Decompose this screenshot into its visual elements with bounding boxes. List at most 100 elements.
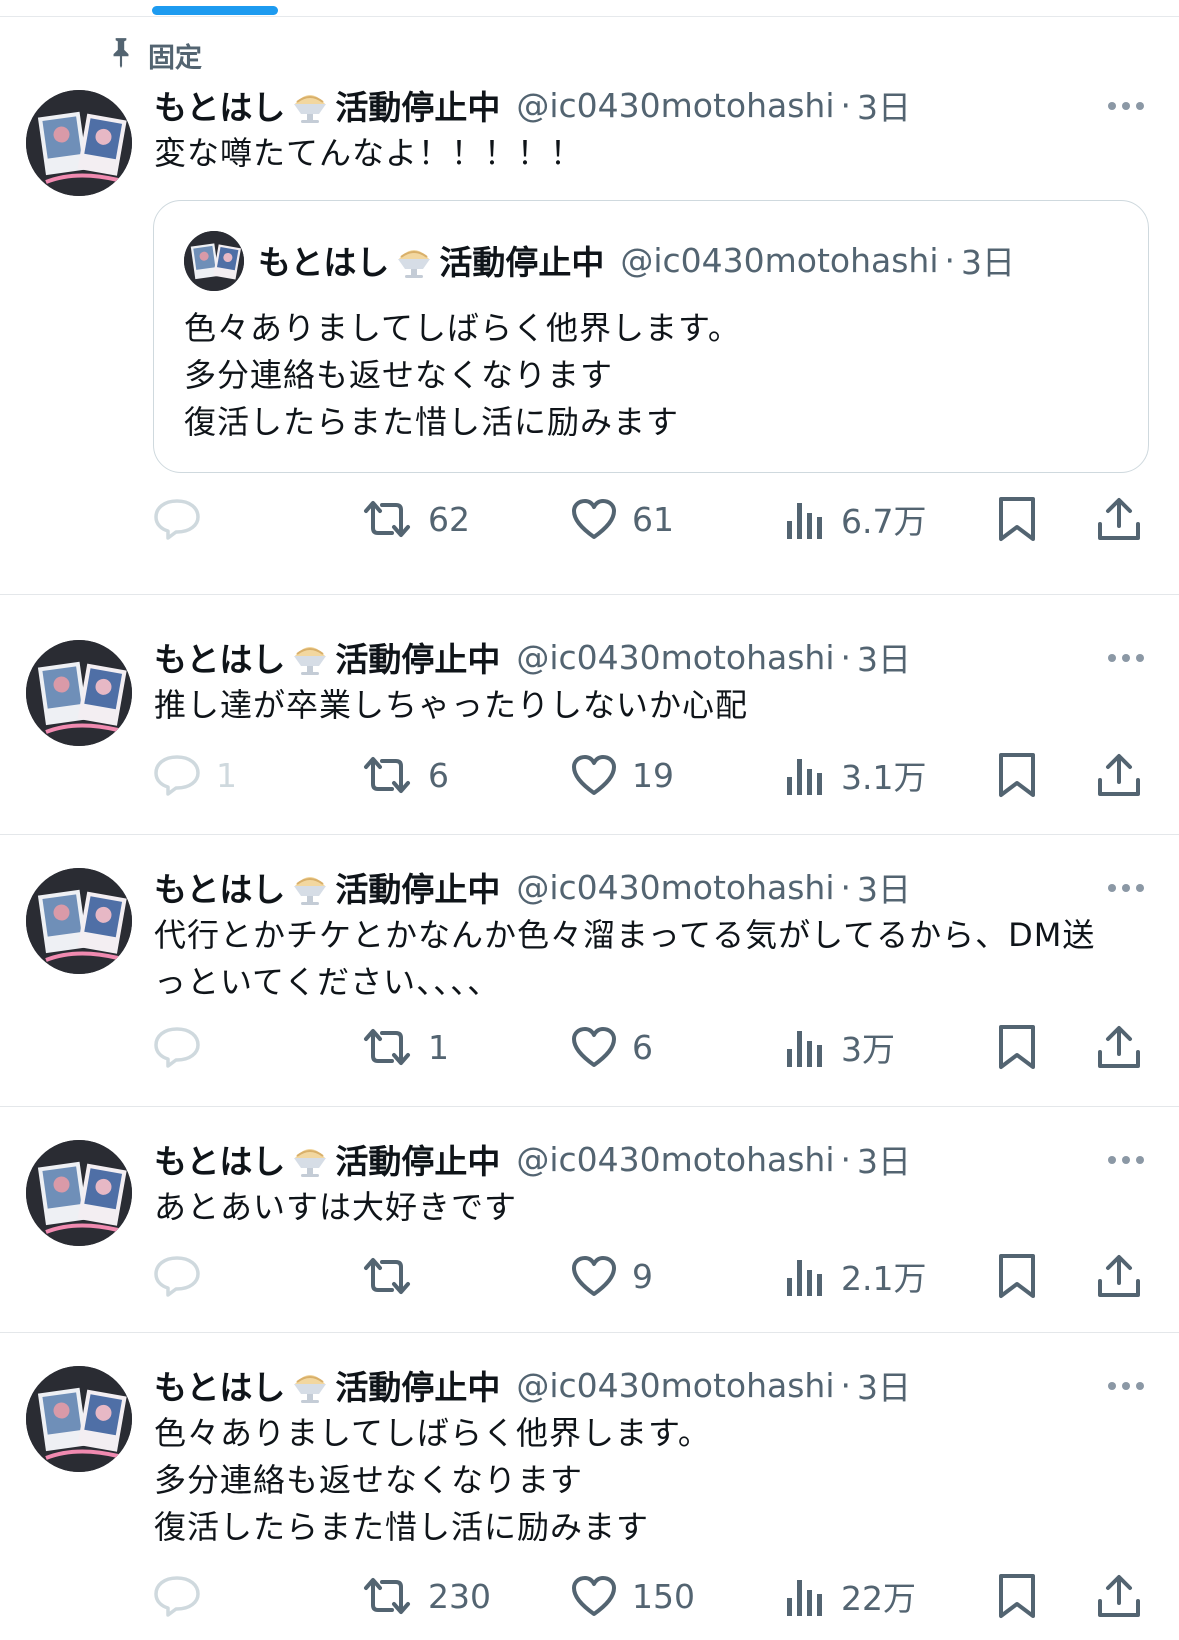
retweet-button[interactable]: 6: [360, 747, 449, 803]
tweet-header: もとはし 活動停止中 @ic0430motohashi · 3日: [154, 864, 911, 910]
share-button[interactable]: [1096, 1019, 1142, 1075]
tweet-time[interactable]: 3日: [857, 863, 911, 911]
shaved-ice-icon: [289, 84, 331, 126]
views-button[interactable]: 6.7万: [785, 491, 926, 547]
reply-button[interactable]: [152, 491, 216, 547]
author-status: 活動停止中: [335, 1368, 501, 1407]
action-bar: 62 61 6.7万: [0, 491, 1179, 547]
author-name[interactable]: もとはし: [154, 81, 285, 129]
bookmark-icon: [997, 1572, 1037, 1620]
author-status: 活動停止中: [335, 640, 501, 679]
tweet-2[interactable]: もとはし 活動停止中 @ic0430motohashi · 3日 推し達が卒業し…: [0, 594, 1179, 834]
share-button[interactable]: [1096, 1568, 1142, 1624]
tweet-time[interactable]: 3日: [857, 1135, 911, 1183]
pinned-indicator: 固定: [108, 37, 202, 74]
reply-button[interactable]: 1: [152, 747, 237, 803]
author-name[interactable]: もとはし: [154, 1135, 285, 1183]
avatar[interactable]: [26, 1140, 132, 1246]
tweet-4[interactable]: もとはし 活動停止中 @ic0430motohashi · 3日 あとあいすは大…: [0, 1106, 1179, 1332]
bookmark-button[interactable]: [997, 491, 1037, 547]
tweet-1[interactable]: 固定 もとはし 活動停止中 @ic0430motohashi · 3日 変な噂た…: [0, 0, 1179, 594]
more-options-button[interactable]: [1104, 1150, 1148, 1170]
retweet-count: 230: [428, 1576, 491, 1616]
more-options-button[interactable]: [1104, 648, 1148, 668]
action-bar: 1 6 19 3.1万: [0, 747, 1179, 803]
more-options-button[interactable]: [1104, 878, 1148, 898]
analytics-icon: [785, 753, 827, 797]
heart-icon: [570, 497, 618, 541]
share-icon: [1096, 1573, 1142, 1619]
reply-icon: [152, 1574, 202, 1618]
quoted-author-handle: @ic0430motohashi: [620, 240, 939, 280]
author-name[interactable]: もとはし: [154, 1361, 285, 1409]
avatar[interactable]: [26, 640, 132, 746]
avatar[interactable]: [26, 90, 132, 196]
tweet-3[interactable]: もとはし 活動停止中 @ic0430motohashi · 3日 代行とかチケと…: [0, 834, 1179, 1106]
bookmark-button[interactable]: [997, 1019, 1037, 1075]
shaved-ice-icon: [289, 1138, 331, 1180]
views-button[interactable]: 3万: [785, 1019, 895, 1075]
quoted-author-name: もとはし: [258, 243, 390, 282]
retweet-button[interactable]: 1: [360, 1019, 449, 1075]
like-button[interactable]: 9: [570, 1248, 653, 1304]
avatar[interactable]: [26, 1366, 132, 1472]
reply-button[interactable]: [152, 1019, 216, 1075]
retweet-icon: [360, 1256, 414, 1296]
author-handle[interactable]: @ic0430motohashi: [516, 86, 834, 125]
quoted-tweet[interactable]: もとはし 活動停止中 @ic0430motohashi · 3日 色々ありまして…: [153, 200, 1149, 473]
retweet-icon: [360, 755, 414, 795]
views-button[interactable]: 22万: [785, 1568, 916, 1624]
retweet-icon: [360, 1576, 414, 1616]
like-button[interactable]: 150: [570, 1568, 695, 1624]
retweet-button[interactable]: [360, 1248, 428, 1304]
author-name[interactable]: もとはし: [154, 863, 285, 911]
author-handle[interactable]: @ic0430motohashi: [516, 868, 834, 907]
like-button[interactable]: 6: [570, 1019, 653, 1075]
views-button[interactable]: 2.1万: [785, 1248, 926, 1304]
author-handle[interactable]: @ic0430motohashi: [516, 638, 834, 677]
share-button[interactable]: [1096, 491, 1142, 547]
shaved-ice-icon: [289, 636, 331, 678]
like-button[interactable]: 61: [570, 491, 674, 547]
bookmark-button[interactable]: [997, 1248, 1037, 1304]
shaved-ice-icon: [289, 866, 331, 908]
retweet-button[interactable]: 62: [360, 491, 470, 547]
heart-icon: [570, 1574, 618, 1618]
reply-button[interactable]: [152, 1248, 216, 1304]
like-button[interactable]: 19: [570, 747, 674, 803]
reply-count: 1: [216, 755, 237, 795]
reply-button[interactable]: [152, 1568, 216, 1624]
author-handle[interactable]: @ic0430motohashi: [516, 1140, 834, 1179]
retweet-count: 1: [428, 1027, 449, 1067]
more-options-button[interactable]: [1104, 96, 1148, 116]
share-button[interactable]: [1096, 1248, 1142, 1304]
reply-icon: [152, 497, 202, 541]
views-button[interactable]: 3.1万: [785, 747, 926, 803]
retweet-button[interactable]: 230: [360, 1568, 491, 1624]
tweet-5[interactable]: もとはし 活動停止中 @ic0430motohashi · 3日 色々ありまして…: [0, 1332, 1179, 1640]
tweet-header: もとはし 活動停止中 @ic0430motohashi · 3日: [154, 1136, 911, 1182]
share-button[interactable]: [1096, 747, 1142, 803]
view-count: 3万: [841, 1030, 895, 1069]
tweet-time[interactable]: 3日: [857, 81, 911, 129]
author-name[interactable]: もとはし: [154, 633, 285, 681]
action-bar: 230 150 22万: [0, 1568, 1179, 1624]
like-count: 9: [632, 1256, 653, 1296]
tweet-header: もとはし 活動停止中 @ic0430motohashi · 3日: [154, 634, 911, 680]
tweet-text: 変な噂たてんなよ！！！！！: [154, 134, 584, 172]
tweet-header: もとはし 活動停止中 @ic0430motohashi · 3日: [154, 82, 911, 128]
tweet-time[interactable]: 3日: [857, 633, 911, 681]
tweet-time[interactable]: 3日: [857, 1361, 911, 1409]
avatar[interactable]: [26, 868, 132, 974]
retweet-icon: [360, 1027, 414, 1067]
author-handle[interactable]: @ic0430motohashi: [516, 1366, 834, 1405]
bookmark-button[interactable]: [997, 747, 1037, 803]
share-icon: [1096, 1253, 1142, 1299]
like-count: 6: [632, 1027, 653, 1067]
bookmark-button[interactable]: [997, 1568, 1037, 1624]
tweet-text: あとあいすは大好きです: [154, 1188, 518, 1226]
view-count: 22万: [841, 1579, 916, 1618]
quoted-author-status: 活動停止中: [439, 243, 605, 282]
more-options-button[interactable]: [1104, 1376, 1148, 1396]
bookmark-icon: [997, 751, 1037, 799]
